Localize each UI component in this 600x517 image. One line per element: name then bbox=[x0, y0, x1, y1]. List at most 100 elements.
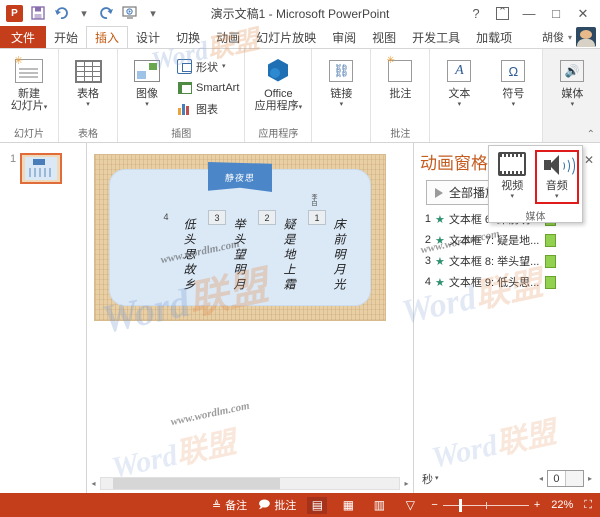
symbol-button[interactable]: Ω 符号 ▾ bbox=[487, 54, 539, 110]
tab-home[interactable]: 开始 bbox=[46, 26, 86, 48]
notes-button[interactable]: ≜ 备注 bbox=[212, 497, 247, 513]
audio-menu-item[interactable]: 音频 ▾ bbox=[534, 150, 579, 204]
spinner-secondary[interactable] bbox=[564, 471, 583, 486]
spinner-right-arrow-icon[interactable]: ▸ bbox=[588, 474, 592, 483]
tab-addins[interactable]: 加载项 bbox=[468, 26, 520, 48]
comments-button[interactable]: 🗩 批注 bbox=[258, 496, 296, 515]
undo-dropdown-caret-icon[interactable]: ▾ bbox=[76, 5, 92, 21]
close-icon[interactable]: ✕ bbox=[584, 149, 594, 167]
media-caret-icon[interactable]: ▾ bbox=[571, 101, 575, 108]
ribbon-tab-strip: 文件 开始 插入 设计 切换 动画 幻灯片放映 审阅 视图 开发工具 加载项 胡… bbox=[0, 26, 600, 48]
poem-column-3[interactable]: 举头望明月 bbox=[231, 218, 248, 293]
shapes-button[interactable]: 形状 ▾ bbox=[175, 56, 241, 77]
zoom-level-label[interactable]: 22% bbox=[551, 499, 573, 511]
tab-animations[interactable]: 动画 bbox=[208, 26, 248, 48]
view-slideshow-button[interactable]: ▽ bbox=[400, 497, 420, 514]
spinner-left-arrow-icon[interactable]: ◂ bbox=[539, 474, 543, 483]
office-apps-button[interactable]: Office 应用程序▾ bbox=[248, 54, 308, 114]
comment-button[interactable]: 批注 bbox=[374, 54, 426, 102]
animation-timing-bar[interactable] bbox=[545, 275, 557, 289]
chart-button[interactable]: 图表 bbox=[175, 98, 241, 119]
list-item[interactable]: 2 ★ 文本框 7: 疑是地... bbox=[422, 232, 596, 248]
view-normal-button[interactable]: ▤ bbox=[307, 496, 328, 514]
new-slide-button[interactable]: 新建 幻灯片▾ bbox=[3, 54, 55, 114]
media-button[interactable]: 🔊 媒体 ▾ bbox=[546, 54, 599, 110]
maximize-button[interactable]: □ bbox=[549, 7, 563, 20]
tab-slideshow[interactable]: 幻灯片放映 bbox=[248, 26, 324, 48]
tab-insert[interactable]: 插入 bbox=[86, 26, 129, 48]
list-item[interactable]: 4 ★ 文本框 9: 低头思... bbox=[422, 274, 596, 290]
account-caret-icon[interactable]: ▾ bbox=[568, 33, 572, 42]
avatar[interactable] bbox=[576, 27, 596, 47]
link-button[interactable]: ⛓ 链接 ▾ bbox=[315, 54, 367, 110]
save-icon[interactable] bbox=[30, 5, 46, 21]
tab-transitions[interactable]: 切换 bbox=[168, 26, 208, 48]
images-caret-icon[interactable]: ▾ bbox=[145, 101, 149, 108]
images-button[interactable]: 图像 ▾ bbox=[121, 54, 173, 110]
zoom-out-button[interactable]: − bbox=[431, 499, 437, 511]
video-caret-icon[interactable]: ▾ bbox=[510, 193, 514, 200]
view-reading-button[interactable]: ▥ bbox=[369, 497, 389, 514]
office-apps-label-line1: Office bbox=[264, 88, 293, 100]
list-item[interactable]: 3 ★ 文本框 8: 举头望... bbox=[422, 253, 596, 269]
office-apps-caret-icon[interactable]: ▾ bbox=[299, 104, 303, 111]
horizontal-scrollbar[interactable]: ◂ ▸ bbox=[87, 476, 413, 490]
text-caret-icon[interactable]: ▾ bbox=[458, 101, 462, 108]
collapse-ribbon-button[interactable]: ⌃ bbox=[587, 129, 595, 140]
tab-view[interactable]: 视图 bbox=[364, 26, 404, 48]
scroll-spinner[interactable]: ◂ 0 ▸ bbox=[539, 470, 592, 487]
table-caret-icon[interactable]: ▾ bbox=[86, 101, 90, 108]
slide-surface[interactable]: 静夜思 李白 床前明月光 1 疑是地上霜 2 举头望明月 3 低头思故乡 4 bbox=[95, 155, 385, 320]
symbol-caret-icon[interactable]: ▾ bbox=[512, 101, 516, 108]
spinner-box[interactable]: 0 bbox=[546, 470, 584, 487]
zoom-handle[interactable] bbox=[458, 498, 462, 512]
poem-column-2[interactable]: 疑是地上霜 bbox=[281, 218, 298, 293]
link-label: 链接 bbox=[330, 88, 353, 100]
minimize-button[interactable]: — bbox=[522, 7, 536, 20]
animation-marker-4[interactable]: 4 bbox=[158, 210, 174, 223]
tab-review[interactable]: 审阅 bbox=[324, 26, 364, 48]
slide-canvas[interactable]: 静夜思 李白 床前明月光 1 疑是地上霜 2 举头望明月 3 低头思故乡 4 ◂ bbox=[87, 143, 413, 493]
customize-qat-caret-icon[interactable]: ▾ bbox=[145, 5, 161, 21]
seconds-dropdown[interactable]: 秒 ▾ bbox=[422, 471, 439, 487]
spinner-value[interactable]: 0 bbox=[547, 471, 565, 486]
scrollbar-track[interactable] bbox=[100, 476, 400, 490]
zoom-track[interactable] bbox=[442, 498, 529, 512]
animation-marker-2[interactable]: 2 bbox=[258, 210, 276, 225]
help-button[interactable]: ? bbox=[469, 7, 483, 20]
shapes-caret-icon[interactable]: ▾ bbox=[222, 63, 226, 70]
ribbon-display-options-button[interactable]: ⌃ bbox=[496, 6, 509, 20]
undo-icon[interactable] bbox=[53, 5, 69, 21]
text-button[interactable]: A 文本 ▾ bbox=[433, 54, 485, 110]
scroll-left-arrow-icon[interactable]: ◂ bbox=[87, 479, 100, 488]
poem-column-1[interactable]: 床前明月光 bbox=[331, 218, 348, 293]
poem-column-4[interactable]: 低头思故乡 bbox=[181, 218, 198, 293]
redo-icon[interactable] bbox=[99, 5, 115, 21]
new-slide-caret-icon[interactable]: ▾ bbox=[44, 104, 48, 111]
seconds-caret-icon[interactable]: ▾ bbox=[435, 475, 439, 482]
tab-developer[interactable]: 开发工具 bbox=[404, 26, 468, 48]
account-area[interactable]: 胡俊 ▾ bbox=[542, 26, 600, 48]
animation-timing-bar[interactable] bbox=[545, 233, 557, 247]
ribbon-group-tables: 表格 ▾ 表格 bbox=[59, 49, 118, 142]
animation-timing-bar[interactable] bbox=[545, 254, 557, 268]
smartart-button[interactable]: SmartArt bbox=[175, 77, 241, 98]
tab-design[interactable]: 设计 bbox=[128, 26, 168, 48]
link-caret-icon[interactable]: ▾ bbox=[340, 101, 344, 108]
scrollbar-thumb[interactable] bbox=[112, 477, 280, 489]
video-menu-item[interactable]: 视频 ▾ bbox=[492, 150, 533, 204]
view-slide-sorter-button[interactable]: ▦ bbox=[338, 497, 358, 514]
table-button[interactable]: 表格 ▾ bbox=[62, 54, 114, 110]
zoom-in-button[interactable]: + bbox=[534, 499, 540, 511]
thumbnail-item[interactable]: 1 bbox=[0, 153, 86, 184]
zoom-slider[interactable]: − + bbox=[431, 498, 540, 512]
tab-file[interactable]: 文件 bbox=[0, 26, 47, 48]
audio-caret-icon[interactable]: ▾ bbox=[555, 193, 559, 200]
animation-marker-3[interactable]: 3 bbox=[208, 210, 226, 225]
fit-to-window-icon[interactable]: ⛶ bbox=[584, 499, 592, 512]
scroll-right-arrow-icon[interactable]: ▸ bbox=[400, 479, 413, 488]
start-slideshow-icon[interactable] bbox=[122, 5, 138, 21]
slide-thumbnail[interactable] bbox=[20, 153, 63, 184]
close-button[interactable]: ✕ bbox=[576, 7, 590, 20]
animation-marker-1[interactable]: 1 bbox=[308, 210, 326, 225]
